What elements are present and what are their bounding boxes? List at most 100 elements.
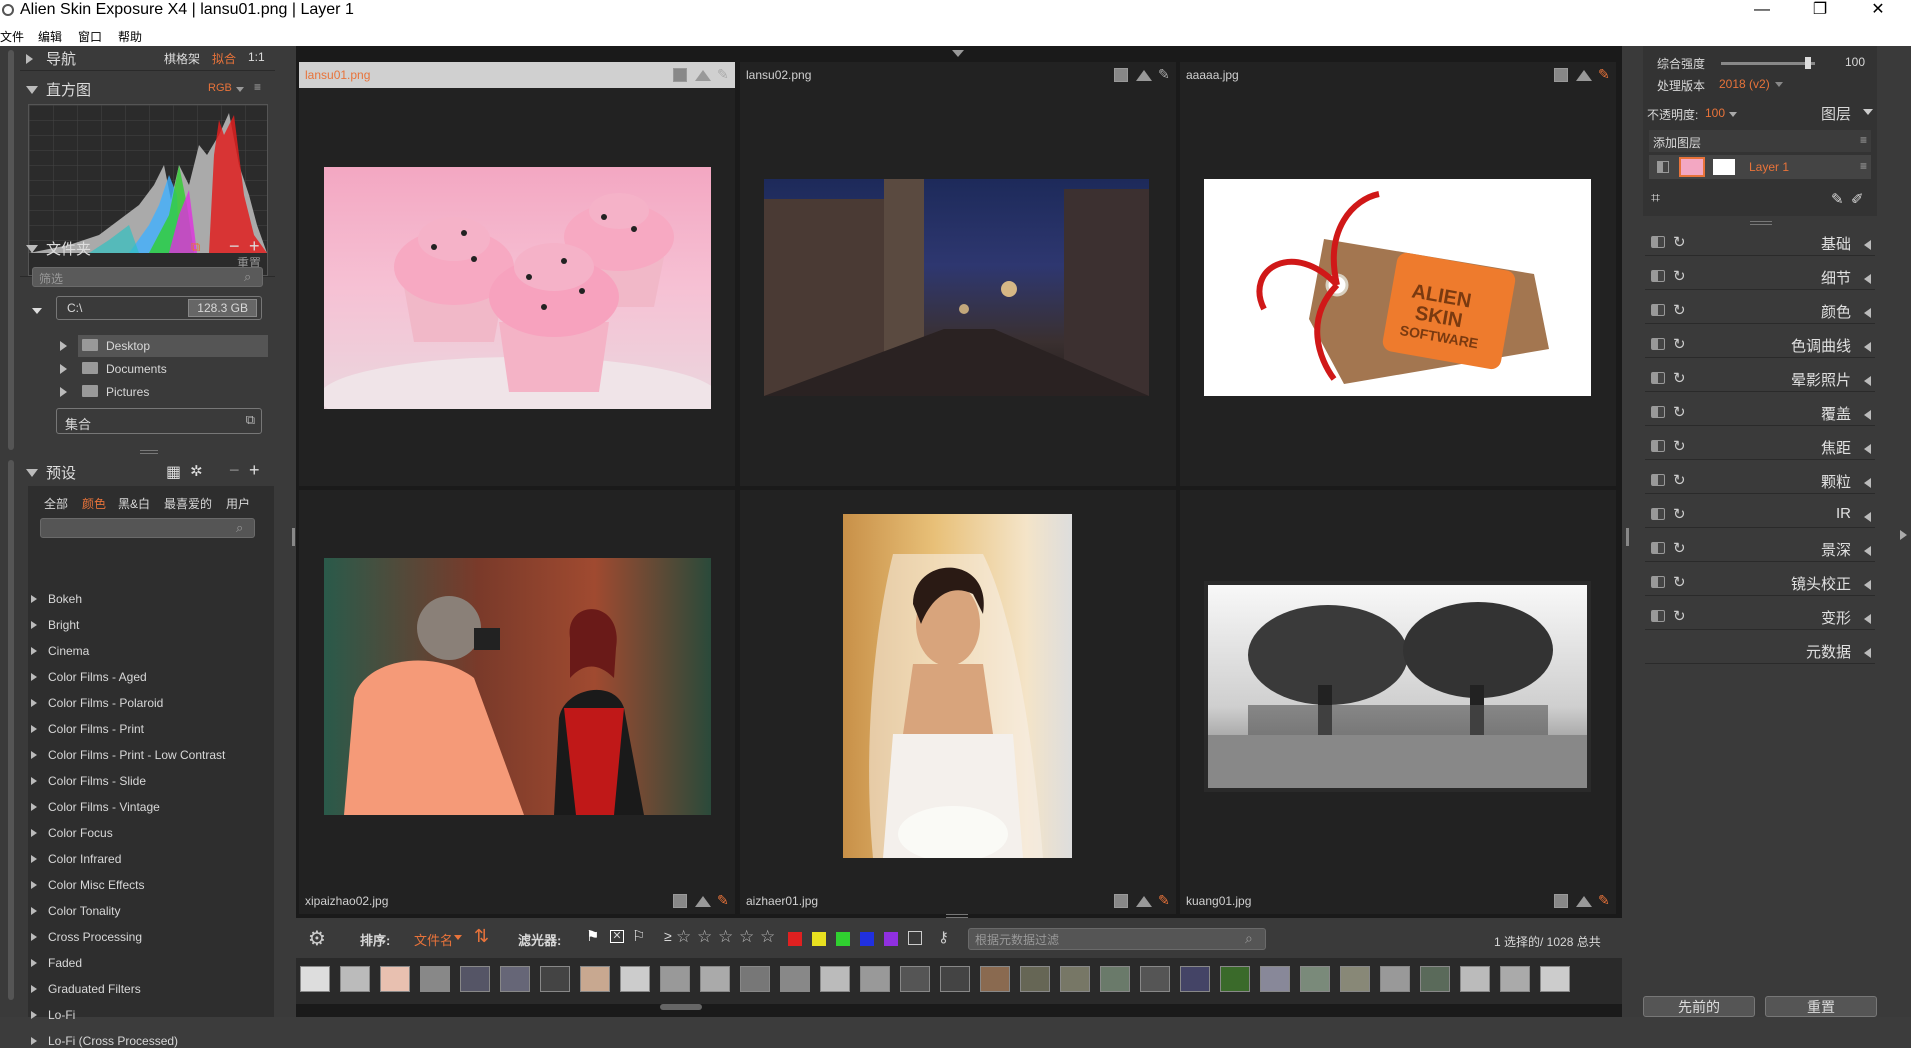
section-reset-icon[interactable]: ↻ [1673, 233, 1686, 251]
previous-button[interactable]: 先前的 [1643, 996, 1755, 1017]
tab-favorites[interactable]: 最喜爱的 [164, 495, 212, 512]
left-scrollbar[interactable] [8, 50, 14, 450]
collapse-icon[interactable]: ✲ [190, 462, 203, 480]
crop-icon[interactable]: ⌗ [1651, 190, 1660, 208]
sort-dropdown[interactable]: 文件名 [414, 930, 453, 949]
section-metadata[interactable]: 元数据 [1645, 636, 1875, 664]
presets-search-input[interactable] [40, 518, 255, 538]
collections-row[interactable]: 集合 ⧉ [56, 408, 262, 434]
overall-strength-slider[interactable] [1721, 57, 1815, 69]
add-layer-row[interactable]: 添加图层 ≡ [1649, 130, 1871, 152]
photo-trees[interactable] [1204, 581, 1591, 792]
rating-star-4[interactable]: ☆ [739, 927, 754, 947]
filmstrip-thumbnail[interactable] [1140, 966, 1170, 992]
panel-splitter[interactable] [140, 450, 158, 454]
layer-name[interactable]: Layer 1 [1749, 160, 1789, 174]
compare-icon[interactable] [1554, 68, 1568, 82]
photo-photographer[interactable] [324, 558, 711, 815]
filmstrip-thumbnail[interactable] [1020, 966, 1050, 992]
overall-strength-knob[interactable] [1805, 57, 1812, 69]
edit-icon[interactable] [1136, 70, 1152, 81]
compare-icon[interactable] [1554, 894, 1568, 908]
rating-star-1[interactable]: ☆ [676, 927, 691, 947]
compare-icon[interactable] [673, 68, 687, 82]
section-reset-icon[interactable]: ↻ [1673, 403, 1686, 421]
section-1[interactable]: ↻ 细节 [1645, 262, 1875, 290]
add-preset-icon[interactable]: + [249, 460, 260, 481]
filmstrip-thumbnail[interactable] [1220, 966, 1250, 992]
filmstrip-thumbnail[interactable] [1460, 966, 1490, 992]
color-filter-swatch[interactable] [812, 932, 826, 946]
filmstrip-thumbnail[interactable] [1340, 966, 1370, 992]
pencil-icon[interactable]: ✎ [1831, 190, 1844, 208]
section-expand-icon[interactable] [1864, 407, 1871, 424]
edit-icon[interactable] [1136, 896, 1152, 907]
reset-button[interactable]: 重置 [1765, 996, 1877, 1017]
color-none-filter[interactable] [908, 931, 922, 945]
section-toggle-icon[interactable] [1651, 610, 1665, 622]
section-reset-icon[interactable]: ↻ [1673, 607, 1686, 625]
histogram-menu-icon[interactable]: ≡ [254, 80, 261, 94]
photo-bride[interactable] [843, 514, 1072, 858]
rating-star-5[interactable]: ☆ [760, 927, 775, 947]
opacity-value[interactable]: 100 [1705, 106, 1725, 120]
section-5[interactable]: ↻ 覆盖 [1645, 398, 1875, 426]
flag-icon[interactable]: ⚑ [586, 927, 599, 945]
folder-desktop[interactable]: Desktop [60, 335, 268, 357]
filmstrip-thumbnail[interactable] [980, 966, 1010, 992]
layers-menu-icon[interactable] [1863, 109, 1873, 115]
edit-icon[interactable] [1576, 896, 1592, 907]
folder-sync-icon[interactable]: ⧉ [191, 239, 200, 255]
section-expand-icon[interactable] [1864, 237, 1871, 254]
compare-icon[interactable] [673, 894, 687, 908]
filmstrip-thumbnail[interactable] [1540, 966, 1570, 992]
section-0[interactable]: ↻ 基础 [1645, 228, 1875, 256]
filmstrip-thumbnail[interactable] [1260, 966, 1290, 992]
tab-user[interactable]: 用户 [226, 495, 250, 512]
section-toggle-icon[interactable] [1651, 576, 1665, 588]
filmstrip-thumbnail[interactable] [460, 966, 490, 992]
remove-folder-icon[interactable]: − [229, 236, 240, 257]
section-expand-icon[interactable] [1864, 305, 1871, 322]
color-filter-swatch[interactable] [836, 932, 850, 946]
right-splitter[interactable] [1750, 221, 1772, 225]
settings-gear-icon[interactable]: ⚙ [308, 926, 326, 951]
menu-file[interactable]: 文件 [0, 28, 24, 45]
section-expand-icon[interactable] [1864, 339, 1871, 356]
reject-flag-icon[interactable]: ✕ [610, 930, 624, 943]
right-collapse-handle[interactable] [1626, 528, 1629, 546]
filmstrip-thumbnail[interactable] [780, 966, 810, 992]
color-filter-swatch[interactable] [884, 932, 898, 946]
add-layer-menu-icon[interactable]: ≡ [1860, 133, 1867, 147]
section-expand-icon[interactable] [1864, 543, 1871, 560]
top-collapse-handle[interactable] [952, 50, 964, 57]
layer-menu-icon[interactable]: ≡ [1860, 159, 1867, 173]
unflag-icon[interactable]: ⚐ [632, 927, 645, 945]
right-edge-expand-icon[interactable] [1900, 530, 1907, 540]
tab-color[interactable]: 颜色 [82, 495, 106, 512]
pin-icon[interactable]: ✎ [1598, 67, 1610, 83]
grid-splitter[interactable] [946, 914, 968, 918]
filmstrip-thumbnail[interactable] [1180, 966, 1210, 992]
layer-visibility-toggle[interactable] [1657, 161, 1669, 173]
minimize-button[interactable]: — [1742, 0, 1782, 22]
close-button[interactable]: ✕ [1858, 0, 1898, 22]
filmstrip-thumbnail[interactable] [500, 966, 530, 992]
section-6[interactable]: ↻ 焦距 [1645, 432, 1875, 460]
section-expand-icon[interactable] [1864, 373, 1871, 390]
folders-header[interactable]: 文件夹 ⧉ − + [26, 236, 271, 262]
filmstrip-thumbnail[interactable] [1300, 966, 1330, 992]
pin-icon[interactable]: ✎ [717, 893, 729, 909]
section-9[interactable]: ↻ 景深 [1645, 534, 1875, 562]
filmstrip-thumbnail[interactable] [900, 966, 930, 992]
menu-help[interactable]: 帮助 [118, 28, 142, 45]
section-11[interactable]: ↻ 变形 [1645, 602, 1875, 630]
process-version-dropdown[interactable]: 2018 (v2) [1719, 77, 1770, 91]
drive-expand-icon[interactable] [32, 302, 42, 317]
pin-icon[interactable]: ✎ [1598, 893, 1610, 909]
section-10[interactable]: ↻ 镜头校正 [1645, 568, 1875, 596]
section-toggle-icon[interactable] [1651, 440, 1665, 452]
menu-window[interactable]: 窗口 [78, 28, 102, 45]
histogram-header[interactable]: 直方图 RGB ≡ [26, 77, 271, 103]
folder-documents[interactable]: Documents [60, 358, 268, 380]
